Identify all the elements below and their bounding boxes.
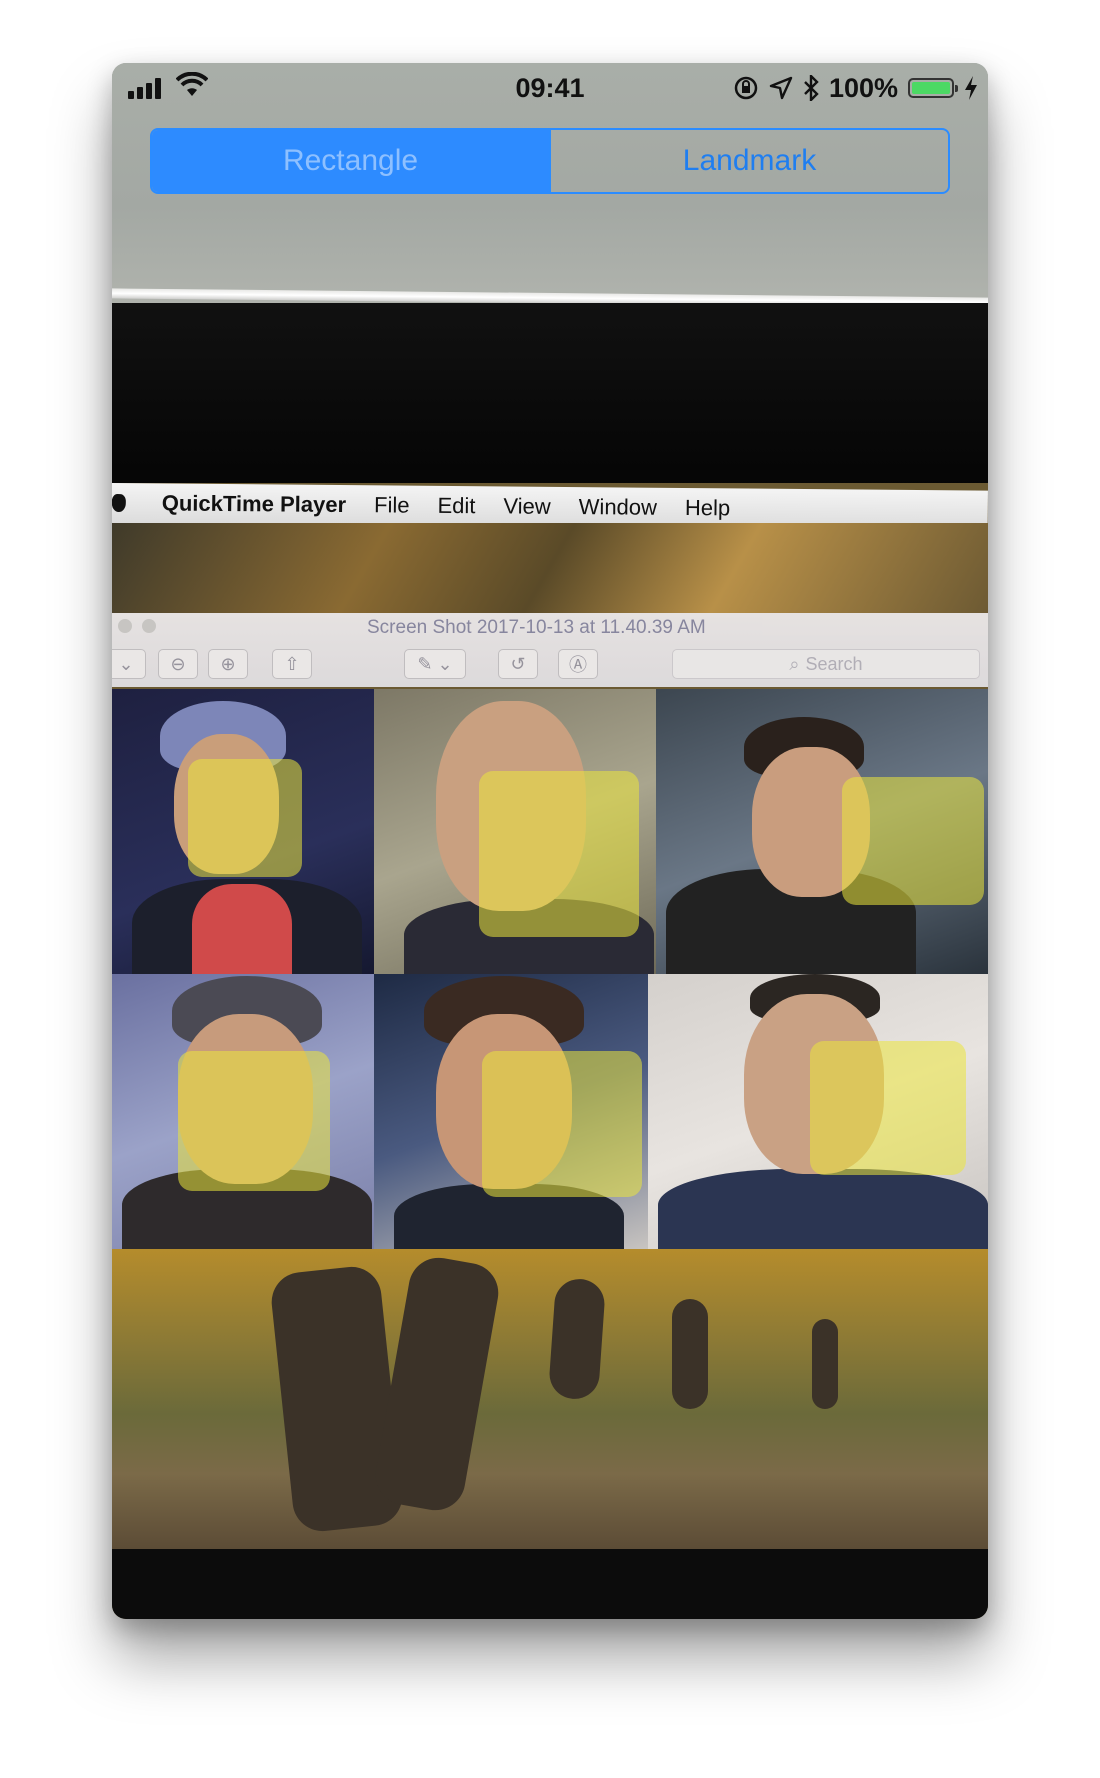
menu-edit: Edit [437, 492, 476, 519]
rotate-icon: ↺ [498, 649, 538, 679]
monitor-bottom-bezel [112, 1549, 988, 1619]
segment-landmark[interactable]: Landmark [549, 130, 948, 192]
tree-trunk [812, 1319, 838, 1409]
desktop-wallpaper-park [112, 1249, 988, 1549]
phone-screen: 09:41 100% Rectangle Landmark QuickTime … [112, 63, 988, 1619]
orientation-lock-icon [734, 76, 758, 100]
camera-feed: QuickTime Player File Edit View Window H… [112, 483, 988, 1619]
location-icon [769, 76, 793, 100]
window-minimize-icon [142, 619, 156, 633]
window-title: Screen Shot 2017-10-13 at 11.40.39 AM [367, 617, 706, 638]
battery-icon [908, 78, 958, 98]
monitor-bezel [112, 303, 988, 488]
face-detection-rectangle [482, 1051, 642, 1197]
annotate-icon: Ⓐ [558, 649, 598, 679]
zoom-in-icon: ⊕ [208, 649, 248, 679]
sidebar-toggle-icon: ⌄ [112, 649, 146, 679]
charging-icon [965, 76, 977, 100]
segment-rectangle[interactable]: Rectangle [152, 130, 549, 192]
tree-trunk [370, 1253, 504, 1515]
preview-window-titlebar: Screen Shot 2017-10-13 at 11.40.39 AM ⌄ … [112, 613, 988, 687]
menubar-app-name: QuickTime Player [161, 490, 347, 518]
tree-trunk [672, 1299, 708, 1409]
markup-pen-icon: ✎ ⌄ [404, 649, 466, 679]
apple-logo-icon [112, 493, 126, 513]
desktop-wallpaper-top [112, 523, 988, 613]
detection-mode-segmented-control[interactable]: Rectangle Landmark [150, 128, 950, 194]
menu-window: Window [578, 494, 658, 520]
menu-file: File [373, 492, 410, 518]
search-icon: ⌕ [789, 653, 800, 674]
status-right: 100% [733, 71, 978, 105]
face-detection-rectangle [479, 771, 639, 937]
status-bar: 09:41 100% [112, 63, 988, 113]
menu-view: View [503, 493, 551, 519]
face-detection-rectangle [810, 1041, 966, 1175]
bluetooth-icon [804, 75, 819, 101]
battery-fill [912, 82, 950, 94]
search-field: ⌕ Search [672, 649, 980, 679]
face-detection-rectangle [178, 1051, 330, 1191]
face-detection-rectangle [188, 759, 302, 877]
tree-trunk [547, 1277, 607, 1401]
zoom-out-icon: ⊖ [158, 649, 198, 679]
battery-percent: 100% [828, 72, 898, 103]
search-placeholder: Search [805, 653, 863, 674]
face-detection-rectangle [842, 777, 984, 905]
menu-help: Help [684, 495, 731, 521]
photo-grid [112, 689, 988, 1249]
share-icon: ⇧ [272, 649, 312, 679]
window-close-icon [118, 619, 132, 633]
